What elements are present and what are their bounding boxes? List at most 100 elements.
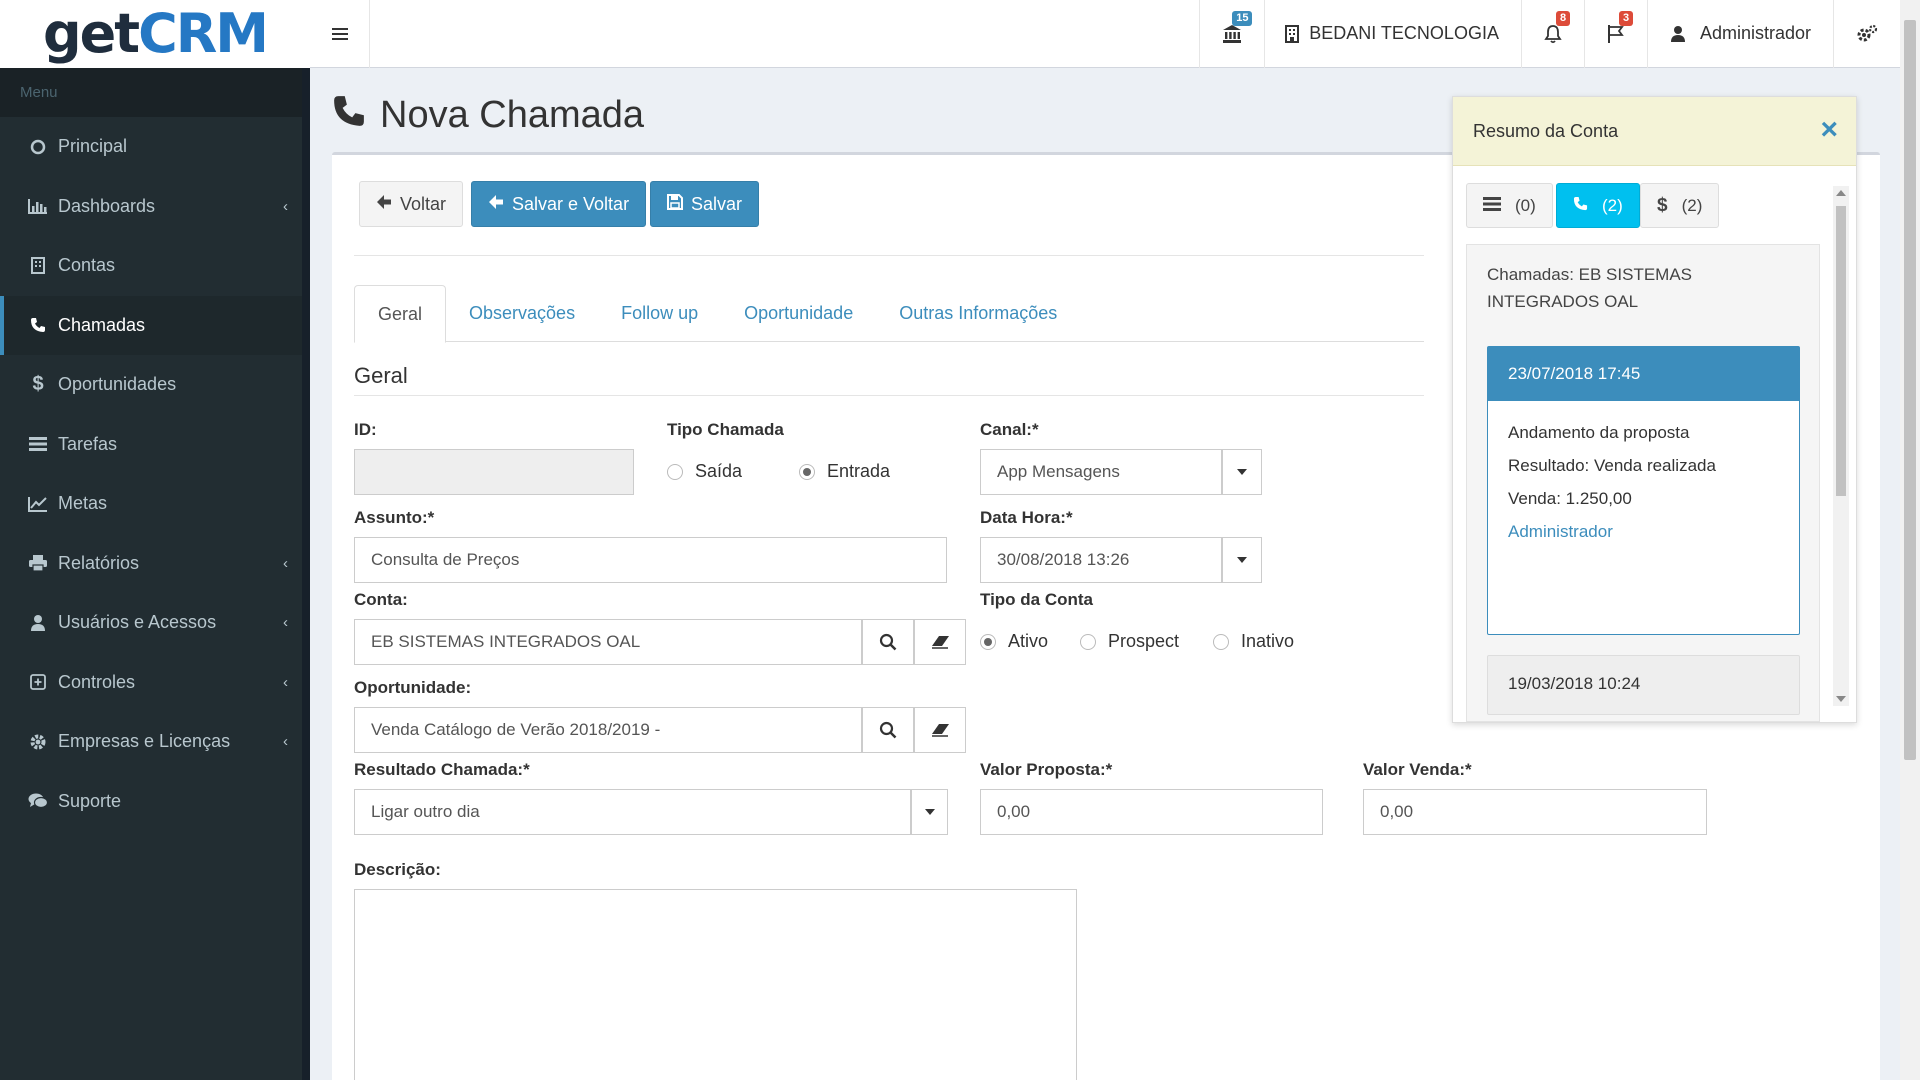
valor-venda-input[interactable]: 0,00 (1363, 789, 1707, 835)
resultado-dropdown-button[interactable] (911, 789, 948, 835)
eraser-icon (932, 724, 949, 737)
sidebar-item-tarefas[interactable]: Tarefas (0, 415, 310, 475)
conta-search-button[interactable] (862, 619, 914, 665)
sidebar-item-dashboards[interactable]: Dashboards ‹ (0, 177, 310, 237)
call-entry-datetime: 19/03/2018 10:24 (1508, 674, 1641, 693)
summary-list-count: (0) (1515, 195, 1536, 215)
save-back-button[interactable]: Salvar e Voltar (471, 181, 647, 227)
scroll-up-icon[interactable] (1836, 190, 1846, 196)
valor-proposta-label: Valor Proposta:* (980, 760, 1113, 779)
summary-opportunities-button[interactable]: $ (2) (1640, 183, 1720, 228)
tipo-saida-option[interactable]: Saída (667, 461, 742, 482)
summary-calls-button[interactable]: (2) (1556, 183, 1640, 228)
flags-menu[interactable]: 3 (1583, 0, 1647, 68)
sidebar-item-empresas[interactable]: Empresas e Licenças ‹ (0, 712, 310, 772)
flags-badge: 3 (1618, 10, 1634, 26)
user-menu[interactable]: Administrador (1646, 0, 1833, 68)
sidebar: Menu Principal Dashboards ‹ Contas Chama… (0, 68, 310, 1080)
user-name: Administrador (1699, 23, 1811, 43)
sidebar-item-suporte[interactable]: Suporte (0, 772, 310, 832)
valor-proposta-input[interactable]: 0,00 (980, 789, 1323, 835)
window-scrollbar[interactable] (1900, 0, 1920, 1080)
floppy-disk-icon (667, 193, 683, 215)
tipo-prospect-radio[interactable] (1080, 633, 1096, 650)
tipo-entrada-radio[interactable] (799, 463, 815, 480)
tab-follow-up[interactable]: Follow up (598, 285, 721, 342)
chevron-left-icon: ‹ (283, 614, 288, 632)
gears-icon (1857, 24, 1878, 41)
sidebar-item-controles[interactable]: Controles ‹ (0, 653, 310, 713)
logo-crm: CRM (138, 2, 269, 65)
tipo-ativo-option[interactable]: Ativo (980, 631, 1048, 652)
summary-calls-count: (2) (1602, 195, 1623, 215)
company-menu[interactable]: BEDANI TECNOLOGIA (1264, 0, 1521, 68)
toolbar-divider (354, 255, 1424, 256)
company-name: BEDANI TECNOLOGIA (1309, 23, 1499, 43)
caret-down-icon (924, 809, 935, 815)
sidebar-item-usuarios[interactable]: Usuários e Acessos ‹ (0, 593, 310, 653)
scroll-down-icon[interactable] (1836, 696, 1846, 702)
bank-badge: 15 (1232, 10, 1253, 26)
tipo-inativo-radio[interactable] (1213, 633, 1229, 650)
tipo-inativo-option[interactable]: Inativo (1213, 631, 1294, 652)
sidebar-item-label: Chamadas (58, 314, 146, 335)
valor-venda-label: Valor Venda:* (1363, 760, 1472, 779)
sidebar-toggle-button[interactable] (310, 0, 370, 68)
call-entry: 19/03/2018 10:24 (1487, 655, 1800, 715)
oportunidade-input[interactable]: Venda Catálogo de Verão 2018/2019 - (354, 707, 966, 753)
logo: getCRM (43, 7, 269, 61)
account-summary-title: Resumo da Conta (1473, 120, 1619, 141)
call-entry-datetime: 23/07/2018 17:45 (1488, 347, 1799, 401)
id-field[interactable] (354, 449, 634, 495)
tipo-prospect-option[interactable]: Prospect (1080, 631, 1179, 652)
summary-scrollbar-thumb[interactable] (1836, 206, 1846, 496)
conta-clear-button[interactable] (914, 619, 966, 665)
close-icon[interactable]: × (1820, 115, 1838, 145)
tab-observacoes[interactable]: Observações (446, 285, 598, 342)
tipo-ativo-radio[interactable] (980, 633, 996, 650)
arrow-left-icon (376, 194, 392, 215)
flag-icon (1607, 24, 1624, 43)
sidebar-item-oportunidades[interactable]: $ Oportunidades (0, 355, 310, 415)
resultado-select[interactable]: Ligar outro dia (354, 789, 948, 835)
search-icon (879, 633, 897, 651)
window-scrollbar-thumb[interactable] (1904, 20, 1916, 760)
sidebar-item-contas[interactable]: Contas (0, 236, 310, 296)
list-icon (1483, 196, 1501, 216)
summary-scrollbar[interactable] (1833, 186, 1849, 706)
section-divider (354, 395, 1424, 396)
back-button-label: Voltar (400, 193, 447, 214)
notifications-badge: 8 (1555, 10, 1571, 26)
save-button[interactable]: Salvar (650, 181, 760, 227)
tipo-prospect-label: Prospect (1108, 631, 1180, 651)
data-hora-dropdown-button[interactable] (1222, 537, 1262, 583)
assunto-input[interactable]: Consulta de Preços (354, 537, 947, 583)
sidebar-item-metas[interactable]: Metas (0, 474, 310, 534)
summary-list-button[interactable]: (0) (1466, 183, 1553, 228)
canal-select[interactable]: App Mensagens (980, 449, 1262, 495)
canal-dropdown-button[interactable] (1222, 449, 1262, 495)
logo-area[interactable]: getCRM (0, 0, 310, 68)
conta-input[interactable]: EB SISTEMAS INTEGRADOS OAL (354, 619, 966, 665)
sidebar-item-relatorios[interactable]: Relatórios ‹ (0, 534, 310, 594)
tab-geral[interactable]: Geral (354, 285, 447, 343)
tab-outras-informacoes[interactable]: Outras Informações (876, 285, 1080, 342)
descricao-label: Descrição: (354, 860, 441, 879)
sidebar-item-label: Relatórios (58, 552, 140, 573)
notifications-menu[interactable]: 8 (1520, 0, 1584, 68)
sidebar-item-chamadas[interactable]: Chamadas (0, 295, 310, 355)
back-button[interactable]: Voltar (359, 181, 464, 227)
bank-menu[interactable]: 15 (1199, 0, 1264, 68)
call-entry-user-link[interactable]: Administrador (1508, 522, 1613, 542)
oportunidade-search-button[interactable] (862, 707, 914, 753)
hamburger-icon (331, 27, 348, 40)
data-hora-input[interactable]: 30/08/2018 13:26 (980, 537, 1262, 583)
tab-oportunidade[interactable]: Oportunidade (721, 285, 876, 342)
tipo-saida-radio[interactable] (667, 463, 683, 480)
tipo-entrada-option[interactable]: Entrada (799, 461, 890, 482)
oportunidade-clear-button[interactable] (914, 707, 966, 753)
sidebar-item-principal[interactable]: Principal (0, 117, 310, 177)
sidebar-item-label: Empresas e Licenças (58, 731, 231, 752)
descricao-textarea[interactable] (354, 889, 1077, 1080)
settings-menu[interactable] (1833, 0, 1900, 68)
